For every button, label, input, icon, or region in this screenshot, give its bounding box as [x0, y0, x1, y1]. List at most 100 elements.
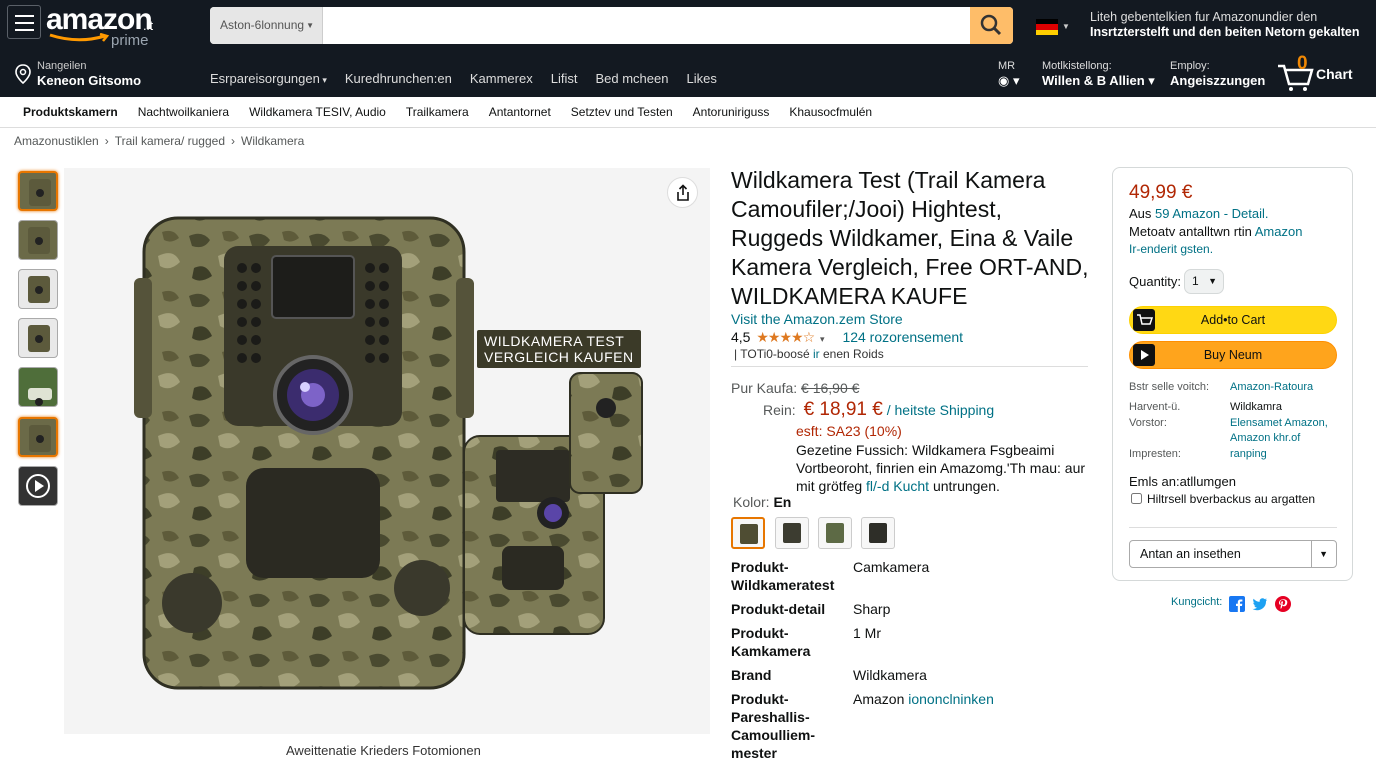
gift-option[interactable]: Hiltrsell bverbackus au argatten [1131, 492, 1315, 506]
share-label: Kungcicht: [1171, 596, 1223, 608]
globe-icon: ◉ ▾ [998, 73, 1020, 88]
logo-prime: prime [111, 32, 149, 49]
search-bar: Aston-6lonnung ▼ [210, 7, 1013, 44]
nav-link-5[interactable]: Bed mcheen [595, 71, 668, 86]
image-overlay-label: WILDKAMERA TEST VERGLEICH KAUFEN [477, 330, 641, 368]
badge-link[interactable]: ir [813, 347, 820, 361]
language-selector[interactable]: MR ◉ ▾ [998, 60, 1019, 89]
price-description: Gezetine Fussich: Wildkamera Fsgbeaimi V… [796, 441, 1086, 495]
category-item[interactable]: Khausocfmulén [789, 105, 872, 119]
search-category-label: Aston-6lonnung [220, 18, 305, 32]
spec-value-link[interactable]: iononclninken [908, 691, 994, 707]
breadcrumb-item[interactable]: Wildkamera [241, 134, 304, 148]
category-item[interactable]: Antoruniriguss [693, 105, 770, 119]
info-key: Harvent-ü. [1129, 401, 1181, 413]
star-rating-icon[interactable]: ★★★★☆ [756, 329, 815, 345]
spec-value-a: Amazon [853, 691, 905, 707]
info-value[interactable]: Elensamet Amazon, [1230, 417, 1328, 429]
color-swatch-3[interactable] [818, 517, 852, 549]
rating-row: 4,5 ★★★★☆ ▾ 124 rozorensement [731, 329, 963, 346]
color-label-text: Kolor: [733, 494, 770, 510]
category-item[interactable]: Produktskamern [23, 105, 118, 119]
share-button[interactable] [667, 177, 698, 208]
buybox-detail-link[interactable]: 59 Amazon - Detail. [1155, 206, 1268, 221]
category-item[interactable]: Nachtwoilkaniera [138, 105, 229, 119]
image-caption[interactable]: Aweittenatie Krieders Fotomionen [286, 743, 481, 758]
current-price: € 18,91 € [803, 399, 883, 420]
add-to-list-label: Antan an insethen [1140, 547, 1241, 561]
germany-flag-icon[interactable] [1036, 19, 1058, 35]
store-link[interactable]: Visit the Amazon.zem Store [731, 311, 903, 327]
buy-now-button[interactable]: Buy Neum [1129, 341, 1337, 369]
location-pin-icon [15, 64, 31, 84]
menu-icon[interactable] [7, 5, 41, 39]
shipping-link[interactable]: / heitste Shipping [887, 402, 994, 418]
quantity-dropdown[interactable]: 1 ▼ [1184, 269, 1224, 294]
chevron-down-icon: ▼ [1062, 22, 1070, 31]
top-message-line1: Liteh gebentelkien fur Amazonundier den [1090, 10, 1318, 24]
pinterest-icon[interactable] [1275, 596, 1291, 612]
thumbnail-5[interactable] [18, 367, 58, 407]
nav-top-bar: amazon .it prime Aston-6lonnung ▼ ▼ Lite… [0, 0, 1376, 60]
thumbnail-4[interactable] [18, 318, 58, 358]
chevron-down-icon: ▼ [1319, 549, 1328, 559]
facebook-icon[interactable] [1229, 596, 1245, 612]
orders-menu[interactable]: Employ: Angeiszzungen [1170, 60, 1265, 88]
info-value[interactable]: Amazon-Ratoura [1230, 381, 1313, 393]
search-input[interactable] [323, 7, 970, 44]
buybox-line2: Metoatv antalltwn rtin Amazon [1129, 224, 1302, 239]
add-to-cart-button[interactable]: Add•to Cart [1129, 306, 1337, 334]
color-swatch-1[interactable] [731, 517, 765, 549]
buybox-price: 49,99 € [1129, 182, 1193, 203]
nav-link-3[interactable]: Kammerex [470, 71, 533, 86]
buybox-line2-a: Metoatv antalltwn rtin [1129, 224, 1252, 239]
nav-link-4[interactable]: Lifist [551, 71, 578, 86]
spec-key: Produkt-detail [731, 601, 826, 617]
search-icon [980, 14, 1002, 36]
divider [1129, 527, 1337, 528]
search-category-dropdown[interactable]: Aston-6lonnung ▼ [210, 7, 323, 44]
desc-link[interactable]: fl/-d Kucht [866, 478, 929, 494]
thumbnail-3[interactable] [18, 269, 58, 309]
main-product-image[interactable] [64, 168, 710, 734]
thumbnail-video[interactable] [18, 466, 58, 506]
amazon-logo[interactable]: amazon .it prime [46, 3, 166, 49]
twitter-icon[interactable] [1252, 596, 1268, 612]
color-swatch-4[interactable] [861, 517, 895, 549]
thumbnail-1[interactable] [18, 171, 58, 211]
buybox-line3[interactable]: Ir-enderit gsten. [1129, 242, 1213, 256]
cart-label: Chart [1316, 66, 1353, 82]
account-name: Willen & B Allien [1042, 73, 1145, 88]
reviews-link[interactable]: 124 rozorensement [842, 329, 963, 345]
category-item[interactable]: Setztev und Testen [571, 105, 673, 119]
category-item[interactable]: Antantornet [489, 105, 551, 119]
thumbnail-6[interactable] [18, 417, 58, 457]
info-value[interactable]: ranping [1230, 448, 1267, 460]
info-value: Wildkamra [1230, 401, 1282, 413]
info-value[interactable]: Amazon khr.of [1230, 432, 1300, 444]
search-button[interactable] [970, 7, 1013, 44]
category-item[interactable]: Wildkamera TESIV, Audio [249, 105, 386, 119]
account-menu[interactable]: Motlkistellong: Willen & B Allien ▾ [1042, 60, 1155, 89]
breadcrumb: Amazonustiklen › Trail kamera/ rugged › Wild… [14, 134, 304, 148]
color-swatch-2[interactable] [775, 517, 809, 549]
breadcrumb-item[interactable]: Amazonustiklen [14, 134, 99, 148]
cart-button[interactable]: 0 Chart [1276, 53, 1366, 91]
badge-divider: | [734, 347, 738, 361]
add-to-list-dropdown[interactable]: Antan an insethen ▼ [1129, 540, 1337, 568]
badge-line: | TOTi0-boosé ir enen Roids [734, 347, 884, 361]
nav-link-1[interactable]: Esrpareisorgungen [210, 71, 327, 86]
buybox-amazon-link[interactable]: Amazon [1255, 224, 1303, 239]
category-item[interactable]: Trailkamera [406, 105, 469, 119]
gift-option-label: Hiltrsell bverbackus au argatten [1147, 492, 1316, 506]
nav-link-6[interactable]: Likes [686, 71, 716, 86]
gift-checkbox[interactable] [1131, 493, 1142, 504]
nav-links: Esrpareisorgungen Kuredhrunchen:en Kamme… [210, 60, 717, 97]
thumbnail-2[interactable] [18, 220, 58, 260]
play-icon [1133, 344, 1155, 366]
chevron-down-icon[interactable]: ▾ [820, 334, 825, 344]
cart-icon [1278, 64, 1314, 91]
nav-link-2[interactable]: Kuredhrunchen:en [345, 71, 452, 86]
badge-prefix: TOTi0-boosé [740, 347, 810, 361]
breadcrumb-item[interactable]: Trail kamera/ rugged [115, 134, 225, 148]
